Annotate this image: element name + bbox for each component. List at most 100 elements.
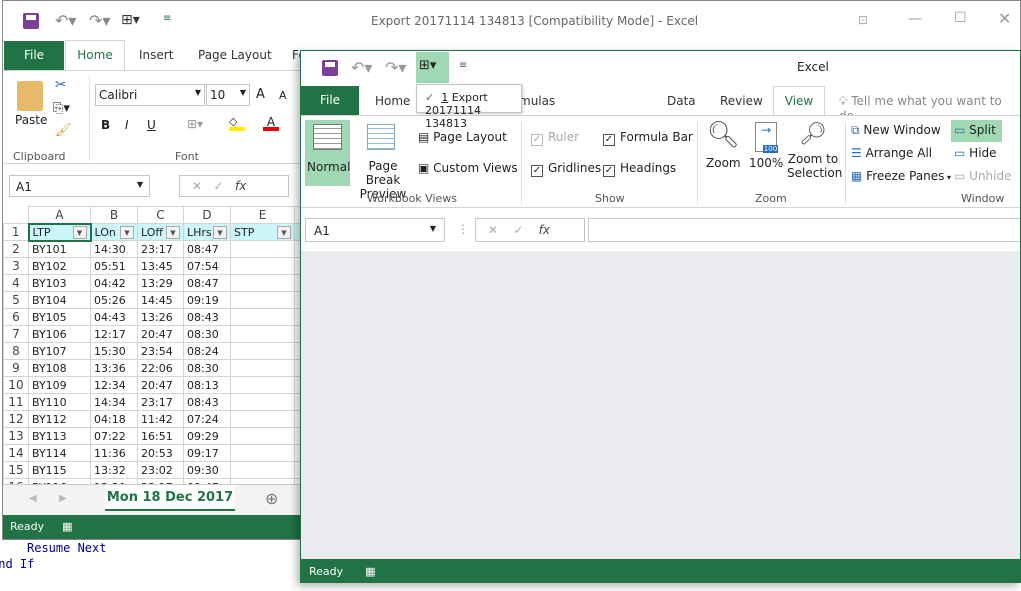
cell[interactable] <box>230 240 295 258</box>
filter-dropdown-icon[interactable]: ▼ <box>213 225 227 239</box>
header-cell-lon[interactable]: LOn ▼ <box>90 223 138 241</box>
cell[interactable]: 20:47 <box>137 376 184 394</box>
grow-font-button[interactable]: A <box>256 87 265 102</box>
cell[interactable]: BY103 <box>28 274 91 292</box>
sheet-tab-active[interactable]: Mon 18 Dec 2017 <box>105 485 235 511</box>
cell[interactable]: 08:47 <box>183 274 231 292</box>
cell[interactable]: BY102 <box>28 257 91 275</box>
cell[interactable]: 08:43 <box>183 308 231 326</box>
cell[interactable]: 13:32 <box>90 461 138 479</box>
tab-home[interactable]: Home <box>375 94 410 108</box>
cell[interactable]: BY106 <box>28 325 91 343</box>
tab-insert[interactable]: Insert <box>139 48 173 62</box>
cell[interactable]: BY108 <box>28 359 91 377</box>
scroll-right-icon[interactable]: ▶ <box>59 493 67 504</box>
cell[interactable] <box>230 393 295 411</box>
font-name-select[interactable]: Calibri ▼ <box>95 84 205 106</box>
row-header[interactable]: 4 <box>3 274 29 292</box>
custom-views-button[interactable]: ▣ Custom Views <box>418 161 518 175</box>
unhide-button[interactable]: ▭ Unhide <box>954 169 1012 183</box>
row-header[interactable]: 10 <box>3 376 29 394</box>
copy-icon[interactable]: ⎘▾ <box>53 101 70 116</box>
ruler-checkbox[interactable]: ✓ Ruler <box>531 130 579 146</box>
cell[interactable]: 12:34 <box>90 376 138 394</box>
font-size-select[interactable]: 10 ▼ <box>206 84 250 106</box>
cell[interactable] <box>230 359 295 377</box>
cell[interactable]: 11:36 <box>90 444 138 462</box>
row-header[interactable]: 13 <box>3 427 29 445</box>
cell[interactable] <box>230 274 295 292</box>
cell[interactable]: 04:43 <box>90 308 138 326</box>
macro-record-icon[interactable]: ▦ <box>62 520 72 533</box>
undo-icon[interactable]: ↶▾ <box>351 58 372 77</box>
cell[interactable]: 23:02 <box>137 461 184 479</box>
cell[interactable]: 05:51 <box>90 257 138 275</box>
undo-icon[interactable]: ↶▾ <box>55 11 76 30</box>
page-layout-button[interactable]: ▤ Page Layout <box>418 130 507 144</box>
fx-icon[interactable]: fx <box>235 179 246 193</box>
cell[interactable]: BY115 <box>28 461 91 479</box>
cell[interactable]: 08:47 <box>183 240 231 258</box>
minimize-icon[interactable]: — <box>908 11 922 27</box>
tab-data[interactable]: Data <box>667 94 696 108</box>
row-header[interactable]: 14 <box>3 444 29 462</box>
header-cell-loff[interactable]: LOff ▼ <box>137 223 184 241</box>
cell[interactable]: 09:17 <box>183 444 231 462</box>
enter-icon[interactable]: ✓ <box>214 179 224 193</box>
cell[interactable]: 13:45 <box>137 257 184 275</box>
cell[interactable]: BY101 <box>28 240 91 258</box>
tab-review[interactable]: Review <box>720 94 763 108</box>
redo-icon[interactable]: ↷▾ <box>385 58 406 77</box>
header-cell-ltp[interactable]: LTP ▼ <box>27 222 92 242</box>
cancel-icon[interactable]: ✕ <box>192 179 202 193</box>
headings-checkbox[interactable]: ✓ Headings <box>603 161 676 177</box>
tab-page-layout[interactable]: Page Layout <box>198 48 272 62</box>
enter-icon[interactable]: ✓ <box>513 223 523 237</box>
ribbon-display-icon[interactable]: ⊡ <box>858 13 868 27</box>
formula-bar-checkbox[interactable]: ✓ Formula Bar <box>603 130 693 146</box>
cell[interactable]: BY113 <box>28 427 91 445</box>
cell[interactable]: 20:47 <box>137 325 184 343</box>
cell[interactable] <box>230 376 295 394</box>
cell[interactable] <box>230 427 295 445</box>
cell[interactable]: 14:34 <box>90 393 138 411</box>
cell[interactable] <box>230 342 295 360</box>
split-button[interactable]: ▭ Split <box>951 120 1002 142</box>
column-header-d[interactable]: D <box>183 206 231 224</box>
save-icon[interactable] <box>23 13 39 29</box>
cell[interactable]: 08:30 <box>183 359 231 377</box>
filter-dropdown-icon[interactable]: ▼ <box>277 225 291 239</box>
cell[interactable] <box>230 291 295 309</box>
cell[interactable]: BY112 <box>28 410 91 428</box>
cell[interactable] <box>230 257 295 275</box>
row-header[interactable]: 8 <box>3 342 29 360</box>
tab-home[interactable]: Home <box>65 40 125 70</box>
cell[interactable]: 05:26 <box>90 291 138 309</box>
cell[interactable]: 08:30 <box>183 325 231 343</box>
cell[interactable]: 20:53 <box>137 444 184 462</box>
save-icon[interactable] <box>322 60 338 76</box>
cell[interactable] <box>230 308 295 326</box>
cell[interactable] <box>230 325 295 343</box>
cell[interactable]: 12:17 <box>90 325 138 343</box>
row-header[interactable]: 12 <box>3 410 29 428</box>
row-header[interactable]: 7 <box>3 325 29 343</box>
new-window-button[interactable]: ⧉ New Window <box>851 123 941 138</box>
cell[interactable]: 23:17 <box>137 240 184 258</box>
cell[interactable]: 08:24 <box>183 342 231 360</box>
macro-record-icon[interactable]: ▦ <box>365 565 375 578</box>
cell[interactable]: 08:13 <box>183 376 231 394</box>
cell[interactable]: BY105 <box>28 308 91 326</box>
filter-dropdown-icon[interactable]: ▼ <box>72 225 87 239</box>
cell[interactable] <box>230 461 295 479</box>
redo-icon[interactable]: ↷▾ <box>89 11 110 30</box>
cell[interactable]: 07:24 <box>183 410 231 428</box>
row-header[interactable]: 9 <box>3 359 29 377</box>
cell[interactable] <box>230 444 295 462</box>
tab-file[interactable]: File <box>301 86 359 115</box>
tab-file[interactable]: File <box>4 41 64 70</box>
scroll-left-icon[interactable]: ◀ <box>29 493 37 504</box>
hide-button[interactable]: ▭ Hide <box>954 146 997 160</box>
column-header-e[interactable]: E <box>230 206 295 224</box>
cell[interactable]: 14:30 <box>90 240 138 258</box>
